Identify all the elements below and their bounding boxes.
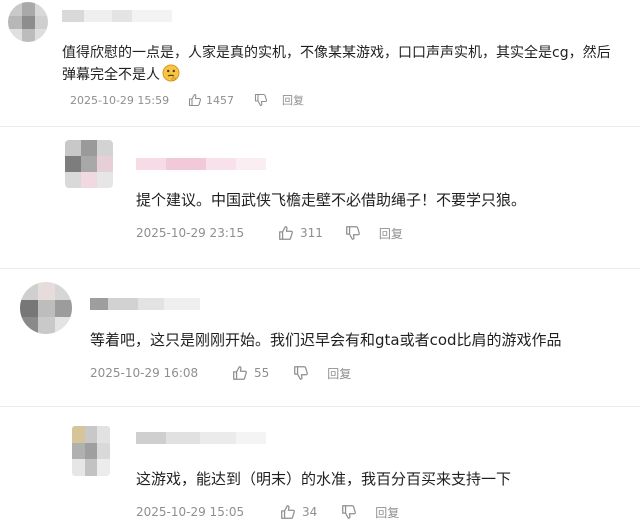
reply-button[interactable]: 回复 [282,92,304,108]
like-button[interactable]: 311 [278,225,323,241]
dislike-button[interactable] [345,225,361,241]
like-count: 55 [254,366,270,380]
comment-3: 等着吧，这只是刚刚开始。我们迟早会有和gta或者cod比肩的游戏作品 2025-… [0,272,640,402]
comment-meta: 2025-10-29 15:59 1457 回复 [70,92,304,108]
comment-4: 这游戏，能达到（明末）的水准，我百分百买来支持一下 2025-10-29 15:… [0,410,640,526]
thinking-face-emoji [162,64,180,89]
like-count: 311 [300,226,323,240]
comment-text: 等着吧，这只是刚刚开始。我们迟早会有和gta或者cod比肩的游戏作品 [90,331,562,349]
like-button[interactable]: 34 [280,504,317,520]
dislike-button[interactable] [254,93,268,107]
comment-2: 提个建议。中国武侠飞檐走壁不必借助绳子！不要学只狼。 2025-10-29 23… [0,130,640,260]
like-button[interactable]: 1457 [188,93,234,107]
comment-text: 提个建议。中国武侠飞檐走壁不必借助绳子！不要学只狼。 [136,191,527,209]
avatar[interactable] [65,140,113,188]
comment-text-line1: 值得欣慰的一点是，人家是真的实机，不像某某游戏，口口声声实机，其实全是cg，然后 [62,45,611,61]
timestamp: 2025-10-29 16:08 [90,366,199,380]
comment-1: 值得欣慰的一点是，人家是真的实机，不像某某游戏，口口声声实机，其实全是cg，然后… [0,0,640,120]
username-blurred[interactable] [90,298,200,310]
username-blurred[interactable] [136,158,266,170]
username-blurred[interactable] [62,10,172,22]
comment-text: 值得欣慰的一点是，人家是真的实机，不像某某游戏，口口声声实机，其实全是cg，然后… [62,42,611,89]
divider [0,126,640,127]
timestamp: 2025-10-29 15:59 [70,93,170,107]
thumbs-down-icon [345,225,361,241]
avatar[interactable] [72,426,110,476]
avatar[interactable] [20,282,72,334]
timestamp: 2025-10-29 23:15 [136,226,245,240]
like-button[interactable]: 55 [232,365,269,381]
thumbs-up-icon [188,93,202,107]
avatar[interactable] [8,2,48,42]
comment-text: 这游戏，能达到（明末）的水准，我百分百买来支持一下 [136,470,512,488]
like-count: 34 [302,505,318,519]
comment-meta: 2025-10-29 23:15 311 回复 [136,224,403,242]
reply-button[interactable]: 回复 [375,504,399,521]
dislike-button[interactable] [293,365,309,381]
comment-meta: 2025-10-29 15:05 34 回复 [136,503,399,521]
username-blurred[interactable] [136,432,266,444]
timestamp: 2025-10-29 15:05 [136,505,245,519]
thumbs-down-icon [293,365,309,381]
divider [0,268,640,269]
thumbs-up-icon [232,365,248,381]
comment-meta: 2025-10-29 16:08 55 回复 [90,364,351,382]
like-count: 1457 [206,93,234,107]
comment-text-line2: 弹幕完全不是人 [62,67,160,83]
dislike-button[interactable] [341,504,357,520]
reply-button[interactable]: 回复 [379,225,403,242]
reply-button[interactable]: 回复 [327,365,351,382]
thumbs-down-icon [341,504,357,520]
thumbs-up-icon [280,504,296,520]
thumbs-up-icon [278,225,294,241]
thumbs-down-icon [254,93,268,107]
divider [0,406,640,407]
